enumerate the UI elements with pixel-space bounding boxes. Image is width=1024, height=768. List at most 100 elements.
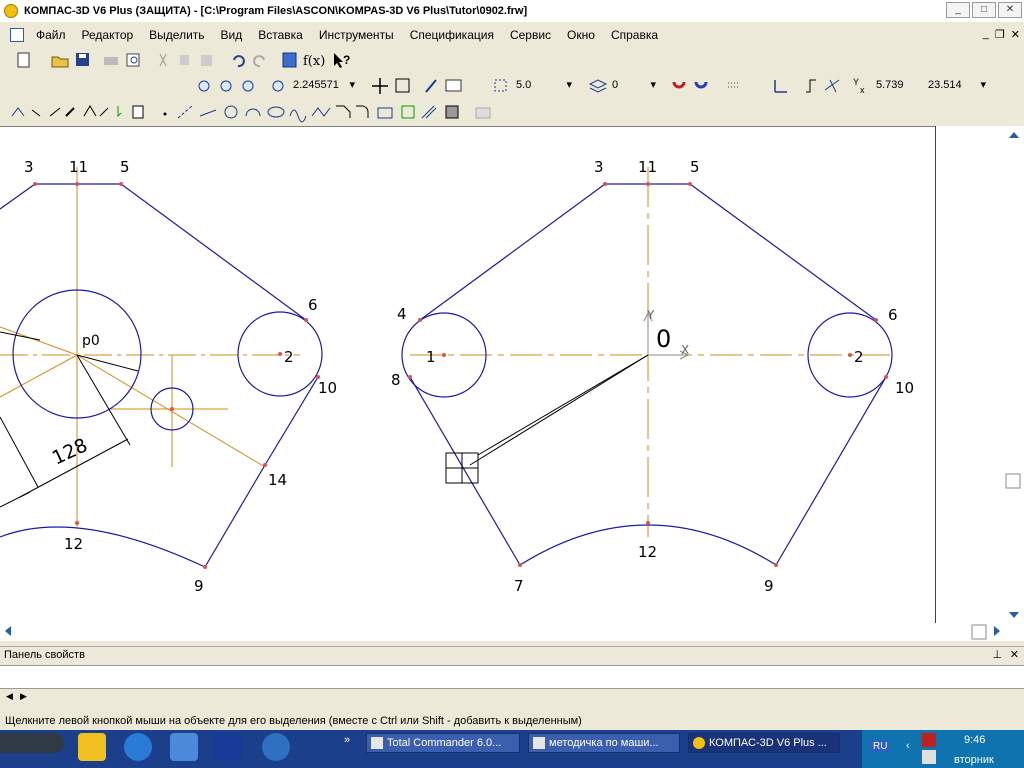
zoom-field[interactable]: 2.245571 ▾	[293, 77, 357, 94]
spec-icon[interactable]	[132, 105, 144, 119]
internet-explorer-icon[interactable]	[124, 733, 152, 761]
zoom-window-icon[interactable]	[220, 80, 232, 92]
cut-icon[interactable]	[159, 53, 167, 67]
layer-field[interactable]: 0 ▾	[612, 77, 658, 94]
scroll-left-icon[interactable]	[5, 626, 11, 636]
local-cs-icon[interactable]	[774, 80, 787, 93]
nav-right-icon[interactable]: ▶	[20, 691, 27, 702]
paste-icon[interactable]	[201, 55, 212, 66]
fillet-icon[interactable]	[356, 105, 369, 118]
manager-icon[interactable]	[282, 52, 297, 68]
ellipse-icon[interactable]	[267, 106, 285, 118]
hscroll-thumb[interactable]	[971, 624, 987, 640]
save-icon[interactable]	[76, 53, 89, 66]
menu-select[interactable]: Выделить	[149, 28, 204, 42]
start-button[interactable]	[0, 733, 64, 753]
rectangle-icon[interactable]	[377, 107, 393, 119]
vertical-scrollbar[interactable]	[1004, 128, 1024, 622]
menu-edit[interactable]: Редактор	[82, 28, 134, 42]
help-pointer-icon[interactable]: ?	[334, 53, 350, 68]
right-label-11: 11	[638, 158, 657, 176]
picture-viewer-icon[interactable]	[170, 733, 198, 761]
macro-icon[interactable]	[475, 107, 491, 119]
grid-icon[interactable]	[728, 82, 740, 88]
undo-icon[interactable]	[233, 55, 245, 68]
menu-window[interactable]: Окно	[567, 28, 595, 42]
ortho-icon[interactable]	[806, 79, 816, 93]
show-all-icon[interactable]	[395, 78, 410, 93]
horizontal-scrollbar[interactable]	[0, 623, 1024, 641]
dimensions-icon[interactable]	[31, 109, 41, 117]
layer-icon[interactable]	[588, 79, 608, 93]
contour-icon[interactable]	[445, 105, 459, 119]
doc-close-icon[interactable]: ✕	[1011, 28, 1020, 41]
task-total-commander[interactable]: Total Commander 6.0...	[366, 733, 520, 753]
parametrize-icon[interactable]	[83, 105, 97, 117]
arc-icon[interactable]	[245, 108, 261, 117]
nav-left-icon[interactable]: ◀	[6, 691, 13, 702]
scroll-up-icon[interactable]	[1009, 132, 1019, 138]
pin-icon[interactable]: ⊥	[992, 648, 1002, 661]
compact-panel-icon[interactable]	[11, 107, 25, 117]
task-word-document[interactable]: методичка по маши...	[528, 733, 680, 753]
menu-file[interactable]: Файл	[36, 28, 66, 42]
select-icon[interactable]	[117, 106, 122, 118]
print-icon[interactable]	[104, 57, 118, 65]
magnet-alt-icon[interactable]	[694, 81, 708, 89]
redo-icon[interactable]	[253, 55, 265, 68]
geometry-cursor-icon[interactable]	[824, 79, 840, 93]
network-icon[interactable]	[262, 733, 290, 761]
magnet-icon[interactable]	[672, 81, 686, 89]
step-field[interactable]: 5.0 ▾	[516, 77, 574, 94]
doc-minimize-icon[interactable]: _	[983, 28, 989, 41]
edit-icon[interactable]	[65, 107, 75, 117]
tray-app-icon[interactable]	[922, 750, 936, 764]
floppy-save-icon[interactable]	[214, 733, 242, 761]
spline-icon[interactable]	[289, 109, 307, 123]
menu-view[interactable]: Вид	[221, 28, 243, 42]
close-button[interactable]: ✕	[998, 2, 1022, 18]
scroll-right-icon[interactable]	[994, 626, 1000, 636]
taskbar-chevron-icon[interactable]: »	[344, 734, 350, 746]
open-file-icon[interactable]	[51, 56, 69, 68]
scroll-down-icon[interactable]	[1009, 612, 1019, 618]
menu-tools[interactable]: Инструменты	[319, 28, 394, 42]
new-file-icon[interactable]	[17, 52, 30, 68]
notation-icon[interactable]	[49, 107, 61, 117]
language-indicator[interactable]: RU	[870, 740, 891, 753]
menu-specification[interactable]: Спецификация	[410, 28, 494, 42]
equidistant-icon[interactable]	[401, 105, 415, 119]
pan-icon[interactable]	[372, 78, 388, 94]
circle-icon[interactable]	[224, 105, 238, 119]
segment-icon[interactable]	[199, 109, 217, 117]
auxiliary-line-icon[interactable]	[177, 105, 193, 119]
point-icon[interactable]	[163, 112, 167, 116]
scroll-thumb[interactable]	[1005, 473, 1021, 489]
tray-expand-icon[interactable]: ‹	[906, 740, 910, 752]
menu-insert[interactable]: Вставка	[258, 28, 303, 42]
snap-step-icon[interactable]	[494, 79, 507, 92]
doc-restore-icon[interactable]: ❐	[995, 28, 1005, 41]
minimize-button[interactable]: _	[946, 2, 970, 18]
antivirus-icon[interactable]	[922, 733, 936, 747]
quick-launch-app-icon[interactable]	[78, 733, 106, 761]
zoom-out-icon[interactable]	[242, 80, 254, 92]
copy-icon[interactable]	[180, 55, 189, 65]
chamfer-icon[interactable]	[336, 105, 351, 118]
zoom-in-icon[interactable]	[198, 80, 210, 92]
measure-icon[interactable]	[99, 107, 109, 117]
task-kompas[interactable]: КОМПАС-3D V6 Plus ...	[688, 733, 840, 753]
panel-close-icon[interactable]: ✕	[1010, 648, 1019, 661]
polyline-icon[interactable]	[311, 107, 331, 117]
formula-icon[interactable]: f(x)	[303, 54, 325, 69]
zoom-scale-icon[interactable]	[272, 80, 284, 92]
sheet-icon[interactable]	[445, 79, 462, 92]
hatch-icon[interactable]	[421, 105, 437, 119]
style-icon[interactable]	[425, 79, 437, 93]
menu-service[interactable]: Сервис	[510, 28, 551, 42]
preview-icon[interactable]	[126, 53, 140, 67]
maximize-button[interactable]: □	[972, 2, 996, 18]
document-icon[interactable]	[10, 28, 24, 42]
menu-help[interactable]: Справка	[611, 28, 658, 42]
drawing-canvas[interactable]: 3 11 5 6 2 10 14 12 9 p0 128 3 11 5 4 6 …	[0, 126, 935, 624]
